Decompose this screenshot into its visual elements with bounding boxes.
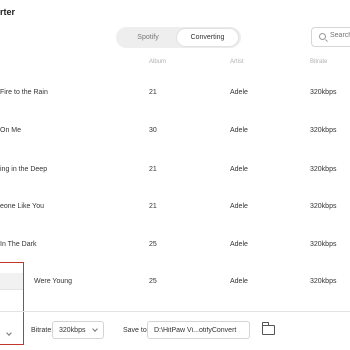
- save-to-label: Save to:: [123, 327, 149, 334]
- song-album: 21: [149, 89, 157, 96]
- chevron-down-icon: [92, 326, 98, 332]
- song-bitrate: 320kbps: [310, 241, 337, 248]
- bitrate-select[interactable]: 320kbps: [52, 321, 104, 339]
- window-title: rter: [0, 7, 16, 17]
- tab-spotify[interactable]: Spotify: [119, 29, 177, 46]
- table-row[interactable]: In The Dark 25 Adele 320kbps: [0, 241, 350, 279]
- song-bitrate: 320kbps: [310, 278, 337, 285]
- table-row[interactable]: ing in the Deep 21 Adele 320kbps: [0, 166, 350, 204]
- tab-converting[interactable]: Converting: [177, 29, 238, 46]
- song-album: 21: [149, 203, 157, 210]
- save-path-value: D:\HitPaw Vi...otifyConvert: [154, 327, 237, 334]
- song-artist: Adele: [230, 127, 248, 134]
- song-title: On Me: [0, 127, 22, 134]
- table-row[interactable]: eone Like You 21 Adele 320kbps: [0, 203, 350, 241]
- search-icon: [319, 33, 326, 40]
- bitrate-value: 320kbps: [59, 327, 86, 334]
- song-title: Fire to the Rain: [0, 89, 48, 96]
- song-title: ing in the Deep: [0, 166, 48, 173]
- dropdown-option[interactable]: [0, 273, 23, 289]
- chevron-down-icon[interactable]: [6, 330, 12, 336]
- folder-icon[interactable]: [262, 322, 275, 335]
- bitrate-label: Bitrate:: [31, 327, 54, 334]
- footer-divider: [0, 311, 350, 312]
- song-bitrate: 320kbps: [310, 203, 337, 210]
- table-row[interactable]: Fire to the Rain 21 Adele 320kbps: [0, 89, 350, 127]
- song-album: 30: [149, 127, 157, 134]
- save-path-field[interactable]: D:\HitPaw Vi...otifyConvert: [147, 321, 250, 339]
- song-bitrate: 320kbps: [310, 127, 337, 134]
- song-bitrate: 320kbps: [310, 166, 337, 173]
- column-header-bitrate[interactable]: Bitrate: [310, 59, 327, 65]
- song-artist: Adele: [230, 278, 248, 285]
- song-bitrate: 320kbps: [310, 89, 337, 96]
- song-title: In The Dark: [0, 241, 37, 248]
- dropdown-divider: [0, 289, 23, 290]
- song-title: Were Young: [34, 278, 73, 285]
- column-header-artist[interactable]: Artist: [230, 59, 244, 65]
- song-album: 25: [149, 278, 157, 285]
- song-title: eone Like You: [0, 203, 44, 210]
- source-segmented-control: Spotify Converting: [116, 27, 241, 48]
- search-box[interactable]: [311, 27, 350, 47]
- song-artist: Adele: [230, 89, 248, 96]
- column-header-album[interactable]: Album: [149, 59, 166, 65]
- song-artist: Adele: [230, 241, 248, 248]
- search-input[interactable]: [330, 32, 350, 39]
- song-album: 21: [149, 166, 157, 173]
- format-dropdown-highlight[interactable]: [0, 262, 24, 345]
- song-album: 25: [149, 241, 157, 248]
- table-row[interactable]: On Me 30 Adele 320kbps: [0, 127, 350, 165]
- song-artist: Adele: [230, 166, 248, 173]
- song-artist: Adele: [230, 203, 248, 210]
